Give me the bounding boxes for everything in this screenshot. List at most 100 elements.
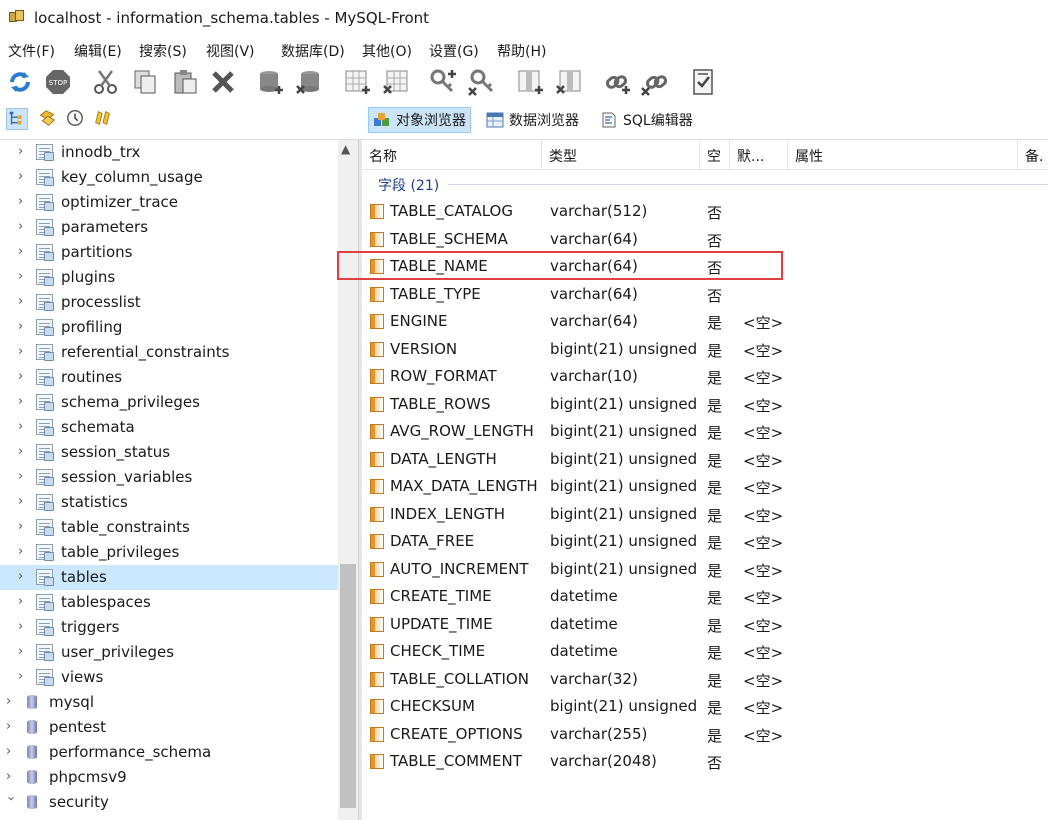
chevron-right-icon[interactable]: ›: [18, 669, 30, 685]
menu-search[interactable]: 搜索(S): [139, 41, 187, 61]
chevron-right-icon[interactable]: ›: [18, 594, 30, 610]
table-row[interactable]: INDEX_LENGTH bigint(21) unsigned 是 <空>: [362, 501, 1048, 529]
chevron-right-icon[interactable]: ›: [18, 394, 30, 410]
table-row[interactable]: UPDATE_TIME datetime 是 <空>: [362, 611, 1048, 639]
tree-item[interactable]: › user_privileges: [0, 640, 338, 665]
tree-item-database[interactable]: › performance_schema: [0, 740, 338, 765]
tree-item[interactable]: › tablespaces: [0, 590, 338, 615]
add-field-icon[interactable]: [515, 67, 545, 97]
menu-database[interactable]: 数据库(D): [281, 41, 345, 61]
menu-view[interactable]: 视图(V): [206, 41, 255, 61]
tree-item[interactable]: › parameters: [0, 215, 338, 240]
table-row[interactable]: AVG_ROW_LENGTH bigint(21) unsigned 是 <空>: [362, 418, 1048, 446]
chevron-right-icon[interactable]: ›: [6, 719, 18, 735]
tree-item[interactable]: › schema_privileges: [0, 390, 338, 415]
chevron-right-icon[interactable]: ›: [18, 644, 30, 660]
chevron-right-icon[interactable]: ›: [18, 519, 30, 535]
chevron-right-icon[interactable]: ›: [18, 544, 30, 560]
chevron-right-icon[interactable]: ›: [18, 569, 30, 585]
table-row[interactable]: CREATE_OPTIONS varchar(255) 是 <空>: [362, 721, 1048, 749]
column-header-type[interactable]: 类型: [542, 140, 700, 170]
menu-help[interactable]: 帮助(H): [497, 41, 546, 61]
tree-item[interactable]: › table_privileges: [0, 540, 338, 565]
tree-item[interactable]: › session_status: [0, 440, 338, 465]
table-row[interactable]: TABLE_SCHEMA varchar(64) 否: [362, 226, 1048, 254]
table-row[interactable]: TABLE_TYPE varchar(64) 否: [362, 281, 1048, 309]
chevron-right-icon[interactable]: ›: [18, 294, 30, 310]
bookmarks-icon[interactable]: [37, 108, 59, 130]
table-row[interactable]: CREATE_TIME datetime 是 <空>: [362, 583, 1048, 611]
tab-data-browser[interactable]: 数据浏览器: [482, 107, 583, 133]
tree-item[interactable]: › table_constraints: [0, 515, 338, 540]
chevron-right-icon[interactable]: ›: [18, 244, 30, 260]
navigator-icon[interactable]: [6, 108, 28, 130]
menu-file[interactable]: 文件(F): [8, 41, 55, 61]
table-row[interactable]: TABLE_CATALOG varchar(512) 否: [362, 198, 1048, 226]
drop-field-icon[interactable]: [554, 67, 584, 97]
chevron-right-icon[interactable]: ›: [18, 344, 30, 360]
tree-item[interactable]: › innodb_trx: [0, 140, 338, 165]
add-database-icon[interactable]: [255, 67, 285, 97]
scroll-up-arrow-icon[interactable]: ▲: [341, 142, 350, 156]
table-row[interactable]: CHECK_TIME datetime 是 <空>: [362, 638, 1048, 666]
menu-edit[interactable]: 编辑(E): [74, 41, 122, 61]
drop-key-icon[interactable]: [467, 67, 497, 97]
tree-item[interactable]: › partitions: [0, 240, 338, 265]
tree-item-database[interactable]: › pentest: [0, 715, 338, 740]
chevron-right-icon[interactable]: ›: [6, 769, 18, 785]
chevron-right-icon[interactable]: ›: [18, 469, 30, 485]
tree-item[interactable]: › schemata: [0, 415, 338, 440]
tree-item[interactable]: › processlist: [0, 290, 338, 315]
tree-item[interactable]: › plugins: [0, 265, 338, 290]
delete-icon[interactable]: [208, 67, 238, 97]
group-header[interactable]: 字段 (21): [362, 171, 1048, 197]
tree-item-selected[interactable]: › tables: [0, 565, 338, 590]
table-row[interactable]: TABLE_COMMENT varchar(2048) 否: [362, 748, 1048, 776]
chevron-down-icon[interactable]: ›: [2, 796, 18, 808]
copy-icon[interactable]: [130, 67, 160, 97]
table-row[interactable]: AUTO_INCREMENT bigint(21) unsigned 是 <空>: [362, 556, 1048, 584]
explorer-icon[interactable]: [93, 108, 115, 130]
tree-item[interactable]: › profiling: [0, 315, 338, 340]
chevron-right-icon[interactable]: ›: [18, 194, 30, 210]
table-row[interactable]: ROW_FORMAT varchar(10) 是 <空>: [362, 363, 1048, 391]
refresh-icon[interactable]: [5, 67, 35, 97]
stop-icon[interactable]: STOP: [43, 67, 73, 97]
table-row[interactable]: VERSION bigint(21) unsigned 是 <空>: [362, 336, 1048, 364]
table-row[interactable]: CHECKSUM bigint(21) unsigned 是 <空>: [362, 693, 1048, 721]
tab-object-browser[interactable]: 对象浏览器: [368, 107, 471, 133]
cut-icon[interactable]: [91, 67, 121, 97]
table-row[interactable]: TABLE_ROWS bigint(21) unsigned 是 <空>: [362, 391, 1048, 419]
column-header-name[interactable]: 名称: [362, 140, 542, 170]
menu-settings[interactable]: 设置(G): [429, 41, 479, 61]
tree-item[interactable]: › triggers: [0, 615, 338, 640]
history-icon[interactable]: [65, 108, 87, 130]
chevron-right-icon[interactable]: ›: [18, 369, 30, 385]
drop-foreign-key-icon[interactable]: [640, 67, 670, 97]
chevron-right-icon[interactable]: ›: [18, 444, 30, 460]
drop-database-icon[interactable]: [294, 67, 324, 97]
menu-other[interactable]: 其他(O): [362, 41, 412, 61]
table-row[interactable]: ENGINE varchar(64) 是 <空>: [362, 308, 1048, 336]
chevron-right-icon[interactable]: ›: [6, 744, 18, 760]
tree-item[interactable]: › session_variables: [0, 465, 338, 490]
column-header-comment[interactable]: 备.: [1018, 140, 1048, 170]
tree-item[interactable]: › key_column_usage: [0, 165, 338, 190]
chevron-right-icon[interactable]: ›: [18, 619, 30, 635]
tree-item-database[interactable]: › security: [0, 790, 338, 815]
table-row[interactable]: MAX_DATA_LENGTH bigint(21) unsigned 是 <空>: [362, 473, 1048, 501]
chevron-right-icon[interactable]: ›: [18, 269, 30, 285]
chevron-right-icon[interactable]: ›: [18, 144, 30, 160]
tab-sql-editor[interactable]: SQL编辑器: [596, 107, 697, 133]
chevron-right-icon[interactable]: ›: [18, 169, 30, 185]
tree-item-database[interactable]: › mysql: [0, 690, 338, 715]
tree-scrollbar[interactable]: ▲: [338, 140, 358, 820]
paste-icon[interactable]: [170, 67, 200, 97]
tree-item[interactable]: › optimizer_trace: [0, 190, 338, 215]
column-header-attributes[interactable]: 属性: [788, 140, 1018, 170]
tree-item[interactable]: › views: [0, 665, 338, 690]
chevron-right-icon[interactable]: ›: [18, 319, 30, 335]
add-table-icon[interactable]: [342, 67, 372, 97]
column-header-null[interactable]: 空: [700, 140, 730, 170]
table-row[interactable]: TABLE_COLLATION varchar(32) 是 <空>: [362, 666, 1048, 694]
